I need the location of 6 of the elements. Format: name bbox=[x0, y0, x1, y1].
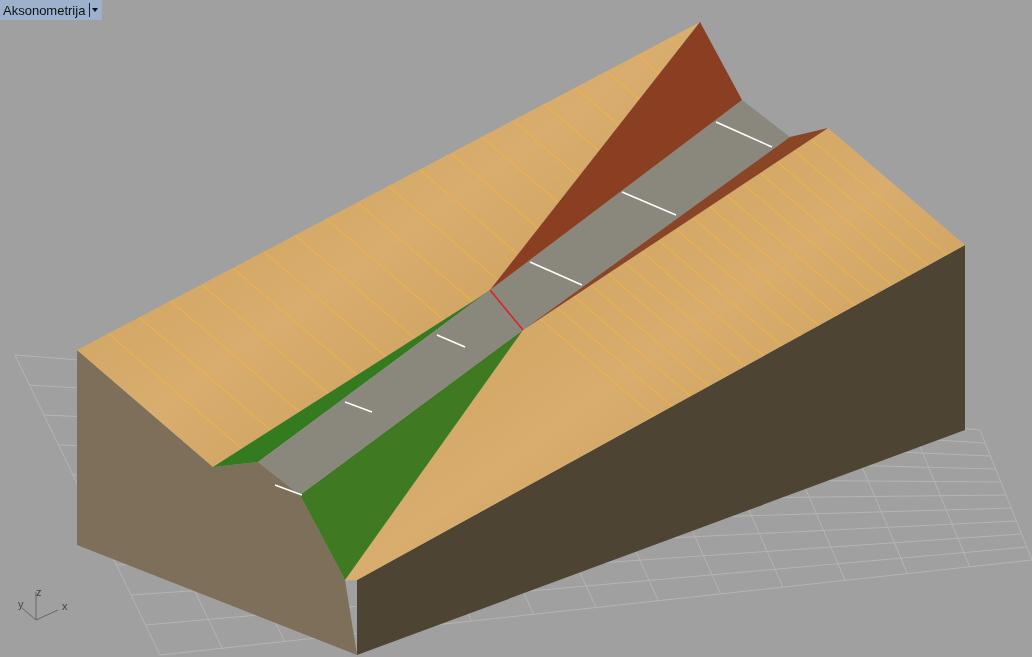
axis-label: z bbox=[36, 586, 42, 598]
axis-label: y bbox=[18, 598, 24, 610]
viewport-title[interactable]: Aksonometrija bbox=[0, 2, 90, 18]
axis-label: x bbox=[62, 600, 68, 612]
dropdown-button[interactable] bbox=[89, 3, 101, 17]
caret-icon bbox=[92, 8, 99, 12]
